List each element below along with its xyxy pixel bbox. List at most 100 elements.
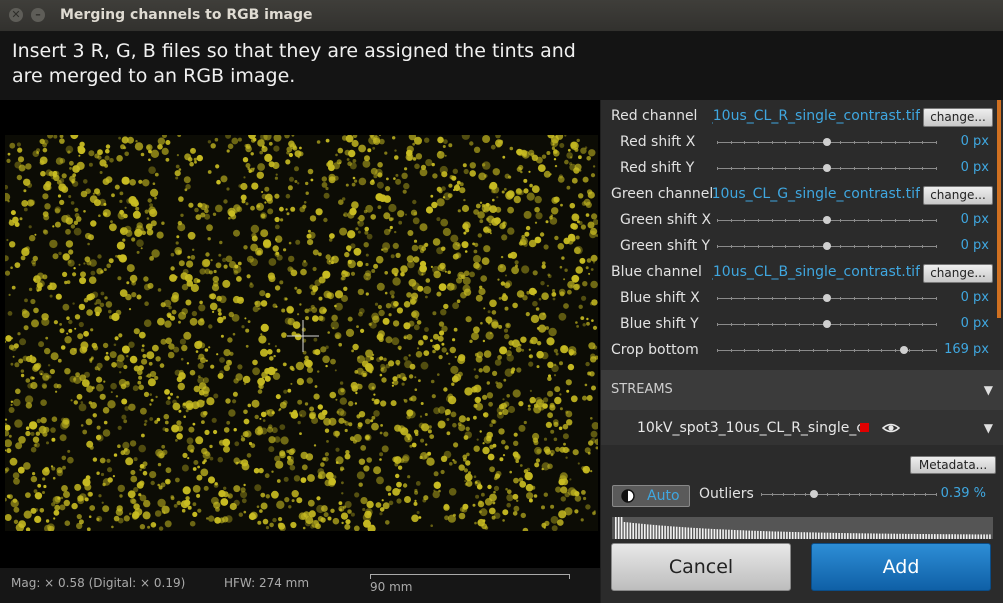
- blue-channel-row: Blue channel 10kV_spot3_10us_CL_B_single…: [601, 259, 997, 285]
- slider-tick: [799, 349, 800, 352]
- slider-knob[interactable]: [900, 346, 908, 354]
- slider-tick: [772, 219, 773, 222]
- slider-tick: [922, 297, 923, 300]
- slider-knob[interactable]: [809, 490, 818, 498]
- red-shift-y-slider[interactable]: [717, 164, 937, 172]
- outliers-value[interactable]: 0.39 %: [941, 486, 986, 501]
- histogram[interactable]: [612, 517, 993, 539]
- slider-tick: [813, 297, 814, 300]
- red-channel-row: Red channel 10kV_spot3_10us_CL_R_single_…: [601, 103, 997, 129]
- slider-tick: [717, 219, 718, 222]
- settings-panel: Red channel 10kV_spot3_10us_CL_R_single_…: [601, 100, 1003, 603]
- slider-tick: [881, 141, 882, 144]
- slider-knob[interactable]: [823, 138, 831, 146]
- crop-bottom-value[interactable]: 169 px: [944, 342, 989, 357]
- slider-tick: [854, 141, 855, 144]
- red-shift-x-label: Red shift X: [620, 134, 696, 150]
- slider-tick: [799, 167, 800, 170]
- slider-knob[interactable]: [823, 320, 831, 328]
- slider-tick: [758, 349, 759, 352]
- slider-tick: [813, 349, 814, 352]
- collapse-arrow-icon[interactable]: ▼: [984, 383, 993, 397]
- slider-tick: [936, 349, 937, 352]
- add-button[interactable]: Add: [811, 543, 991, 591]
- slider-tick: [868, 323, 869, 326]
- crop-bottom-row: Crop bottom 169 px: [601, 337, 997, 363]
- slider-knob[interactable]: [823, 242, 831, 250]
- slider-tick: [840, 349, 841, 352]
- red-shift-x-row: Red shift X 0 px: [601, 129, 997, 155]
- blue-shift-x-value[interactable]: 0 px: [961, 290, 989, 305]
- red-channel-file[interactable]: 10kV_spot3_10us_CL_R_single_contrast.tif: [712, 108, 920, 124]
- blue-shift-y-value[interactable]: 0 px: [961, 316, 989, 331]
- magnification-text: Mag: × 0.58 (Digital: × 0.19): [11, 576, 186, 590]
- metadata-button[interactable]: Metadata...: [910, 456, 996, 474]
- slider-tick: [849, 493, 850, 496]
- slider-tick: [772, 349, 773, 352]
- slider-tick: [922, 167, 923, 170]
- red-shift-y-value[interactable]: 0 px: [961, 160, 989, 175]
- slider-tick: [936, 141, 937, 144]
- slider-tick: [909, 323, 910, 326]
- slider-tick: [881, 297, 882, 300]
- panel-scrollbar[interactable]: [997, 100, 1001, 318]
- slider-tick: [761, 493, 762, 496]
- slider-tick: [881, 493, 882, 496]
- blue-change-button[interactable]: change...: [923, 264, 993, 283]
- slider-tick: [772, 297, 773, 300]
- green-shift-x-slider[interactable]: [717, 216, 937, 224]
- stream-color-swatch[interactable]: [860, 423, 869, 432]
- minimize-window-icon[interactable]: –: [31, 8, 45, 22]
- window-title: Merging channels to RGB image: [60, 7, 313, 23]
- streams-header[interactable]: STREAMS ▼: [601, 370, 1003, 410]
- slider-tick: [785, 349, 786, 352]
- slider-tick: [936, 245, 937, 248]
- green-shift-y-slider[interactable]: [717, 242, 937, 250]
- green-shift-y-value[interactable]: 0 px: [961, 238, 989, 253]
- red-shift-x-slider[interactable]: [717, 138, 937, 146]
- slider-tick: [772, 141, 773, 144]
- slider-tick: [854, 297, 855, 300]
- red-shift-y-row: Red shift Y 0 px: [601, 155, 997, 181]
- slider-tick: [717, 167, 718, 170]
- image-viewer[interactable]: [0, 100, 600, 568]
- slider-tick: [854, 245, 855, 248]
- crop-bottom-slider[interactable]: [717, 346, 937, 354]
- cancel-button[interactable]: Cancel: [611, 543, 791, 591]
- slider-tick: [827, 493, 828, 496]
- red-change-button[interactable]: change...: [923, 108, 993, 127]
- blue-shift-y-row: Blue shift Y 0 px: [601, 311, 997, 337]
- instructions-panel: Insert 3 R, G, B files so that they are …: [0, 32, 1003, 100]
- blue-shift-y-slider[interactable]: [717, 320, 937, 328]
- slider-tick: [731, 167, 732, 170]
- slider-knob[interactable]: [823, 216, 831, 224]
- slider-tick: [744, 245, 745, 248]
- eye-icon[interactable]: [882, 419, 900, 437]
- blue-shift-x-slider[interactable]: [717, 294, 937, 302]
- slider-tick: [717, 245, 718, 248]
- slider-tick: [868, 245, 869, 248]
- red-shift-x-value[interactable]: 0 px: [961, 134, 989, 149]
- close-window-icon[interactable]: ✕: [9, 8, 23, 22]
- outliers-slider[interactable]: [761, 490, 937, 498]
- slider-tick: [813, 141, 814, 144]
- slider-knob[interactable]: [823, 294, 831, 302]
- slider-tick: [717, 297, 718, 300]
- slider-tick: [785, 323, 786, 326]
- slider-knob[interactable]: [823, 164, 831, 172]
- slider-tick: [840, 219, 841, 222]
- scale-label: 90 mm: [370, 580, 413, 594]
- green-channel-file[interactable]: 10kV_spot3_10us_CL_G_single_contrast.tif: [712, 186, 920, 202]
- green-shift-x-value[interactable]: 0 px: [961, 212, 989, 227]
- slider-tick: [895, 219, 896, 222]
- blue-shift-y-label: Blue shift Y: [620, 316, 699, 332]
- slider-tick: [868, 349, 869, 352]
- stream-expand-arrow-icon[interactable]: ▼: [984, 421, 993, 435]
- stream-item[interactable]: 10kV_spot3_10us_CL_R_single_c ▼: [601, 410, 1003, 445]
- slider-tick: [895, 297, 896, 300]
- green-change-button[interactable]: change...: [923, 186, 993, 205]
- green-channel-label: Green channel: [611, 186, 714, 202]
- blue-channel-file[interactable]: 10kV_spot3_10us_CL_B_single_contrast.tif: [712, 264, 920, 280]
- red-shift-y-label: Red shift Y: [620, 160, 695, 176]
- slider-tick: [859, 493, 860, 496]
